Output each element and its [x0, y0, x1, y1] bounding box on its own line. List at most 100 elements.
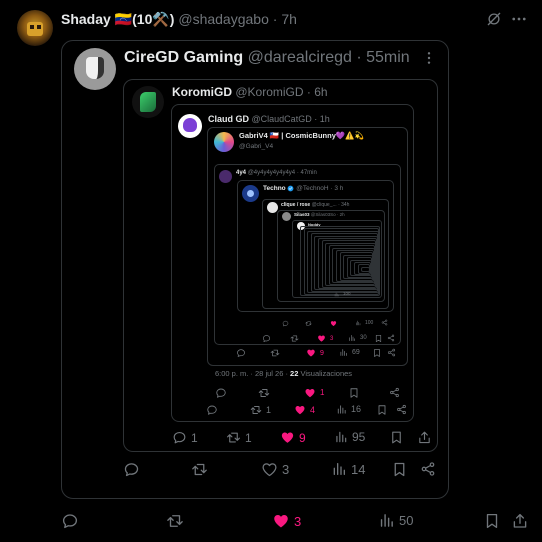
author-handle[interactable]: @KoromiGD: [235, 85, 303, 99]
action-share[interactable]: [417, 430, 432, 445]
action-share[interactable]: [381, 319, 388, 326]
avatar[interactable]: [132, 86, 164, 118]
avatar[interactable]: [282, 212, 291, 221]
action-like[interactable]: 3: [317, 334, 333, 343]
avatar[interactable]: [17, 10, 53, 46]
reply-icon: [215, 387, 227, 399]
action-repost[interactable]: [191, 461, 208, 478]
author-name[interactable]: Silas03: [294, 212, 310, 217]
tweet-time[interactable]: 47min: [300, 170, 316, 176]
tweet-time[interactable]: 55min: [366, 49, 410, 66]
author-handle[interactable]: @ClaudCatGD: [252, 114, 312, 124]
more-icon[interactable]: [510, 10, 528, 28]
heart-filled-icon: [294, 404, 306, 416]
tweet-time[interactable]: 34h: [341, 202, 349, 208]
action-repost[interactable]: [290, 334, 299, 343]
action-reply[interactable]: [61, 512, 79, 530]
tweet-time[interactable]: 7h: [281, 11, 297, 27]
action-share[interactable]: [511, 512, 529, 530]
tweet-time[interactable]: 6h: [314, 85, 327, 99]
avatar-eye: [30, 25, 34, 29]
author-name[interactable]: 4y4: [236, 170, 246, 176]
author-name[interactable]: KoromiGD: [172, 85, 232, 99]
action-like[interactable]: [330, 320, 337, 327]
reply-count: 1: [191, 430, 198, 445]
author-handle[interactable]: @Gabri_V4: [239, 143, 273, 150]
author-handle[interactable]: @clique_...: [312, 202, 337, 208]
like-count: 3: [330, 335, 334, 342]
action-views[interactable]: 14: [331, 461, 365, 477]
share-icon: [381, 319, 388, 326]
action-reply[interactable]: [262, 334, 271, 343]
avatar[interactable]: [219, 170, 232, 183]
action-repost[interactable]: [258, 387, 270, 399]
action-share[interactable]: [420, 461, 436, 477]
author-name[interactable]: Shaday: [61, 11, 111, 27]
action-share[interactable]: [389, 387, 400, 398]
author-name[interactable]: Claud GD: [208, 114, 249, 124]
action-like[interactable]: 4: [294, 404, 315, 416]
share-icon: [389, 387, 400, 398]
action-like[interactable]: 9: [280, 430, 306, 445]
quote-header: Techno @TechnoH · 3 h: [263, 185, 344, 193]
repost-icon: [290, 334, 299, 343]
action-reply[interactable]: [236, 348, 246, 358]
action-repost[interactable]: [166, 512, 184, 530]
action-repost[interactable]: 1: [250, 404, 271, 416]
author-handle[interactable]: @4y4y4y4y4y4y4: [248, 170, 295, 176]
avatar[interactable]: [178, 114, 202, 138]
action-bookmark[interactable]: [376, 404, 388, 416]
action-reply[interactable]: [206, 404, 218, 416]
author-handle[interactable]: @shadaygabo: [178, 11, 269, 27]
avatar-cat: [183, 118, 197, 132]
action-share[interactable]: [396, 404, 407, 415]
action-like[interactable]: 9: [306, 348, 324, 358]
more-icon[interactable]: [421, 50, 437, 66]
author-handle[interactable]: @TechnoH: [296, 185, 328, 192]
action-share[interactable]: [387, 348, 396, 357]
grok-icon[interactable]: [485, 10, 503, 28]
quote-header: Claud GD @ClaudCatGD · 1h: [208, 114, 330, 124]
action-like[interactable]: 1: [304, 387, 324, 399]
avatar[interactable]: [267, 202, 278, 213]
action-views[interactable]: 50: [378, 512, 413, 529]
author-name[interactable]: clique / rose: [281, 202, 310, 208]
action-bookmark[interactable]: [391, 461, 408, 478]
action-views[interactable]: 100: [334, 292, 351, 297]
author-handle[interactable]: @darealciregd: [248, 49, 352, 66]
timestamp[interactable]: 6:00 p. m. · 28 jul 26 ·: [215, 369, 288, 378]
action-repost[interactable]: [305, 320, 312, 327]
action-share[interactable]: [374, 334, 383, 343]
action-views[interactable]: 100: [355, 320, 373, 326]
action-reply[interactable]: [215, 387, 227, 399]
avatar[interactable]: [214, 132, 234, 152]
action-share[interactable]: [387, 334, 395, 342]
action-repost[interactable]: [270, 348, 280, 358]
action-repost[interactable]: 1: [226, 430, 252, 445]
action-views[interactable]: 95: [334, 430, 365, 444]
action-bookmark[interactable]: [483, 512, 501, 530]
action-bookmark[interactable]: [389, 430, 404, 445]
action-views[interactable]: 30: [348, 334, 367, 342]
author-name[interactable]: GabriV4 🇨🇱 | CosmicBunny💜⚠️💫: [239, 131, 364, 140]
tweet-time[interactable]: 1h: [320, 114, 330, 124]
avatar[interactable]: [242, 185, 259, 202]
author-handle[interactable]: @Silas03So: [311, 212, 336, 217]
tweet-time[interactable]: 3 h: [334, 185, 343, 192]
tweet-time[interactable]: 2h: [340, 212, 345, 217]
views-count: 14: [351, 461, 366, 477]
tweet-header: Shaday 🇻🇪(10⚒️) @shadaygabo · 7h: [61, 11, 297, 27]
action-like[interactable]: 3: [272, 512, 301, 530]
action-reply[interactable]: 1: [172, 430, 198, 445]
action-views[interactable]: 69: [339, 348, 360, 357]
action-like[interactable]: 3: [261, 461, 289, 478]
action-reply[interactable]: [282, 320, 289, 327]
author-name[interactable]: CireGD Gaming: [124, 49, 243, 66]
action-bookmark[interactable]: [372, 348, 382, 358]
action-reply[interactable]: [123, 461, 140, 478]
bookmark-icon: [483, 512, 501, 530]
author-name[interactable]: Techno: [263, 185, 286, 192]
avatar[interactable]: [74, 48, 116, 90]
action-bookmark[interactable]: [348, 387, 360, 399]
action-views[interactable]: 16: [336, 404, 361, 415]
